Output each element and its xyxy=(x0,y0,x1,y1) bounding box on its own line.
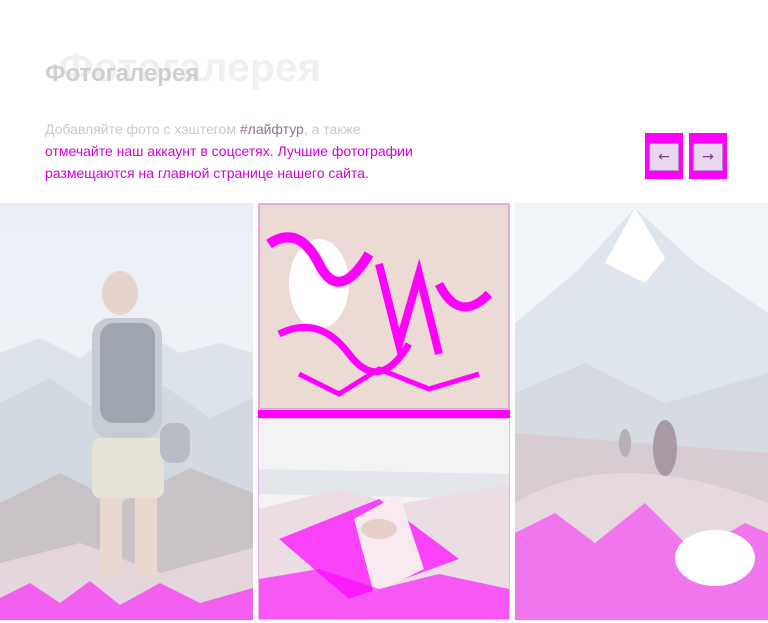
forest-photo-image xyxy=(259,204,509,409)
arrow-right-icon: → xyxy=(693,143,723,171)
description-suffix: , а также xyxy=(303,121,361,137)
hands-photo-image xyxy=(259,419,509,619)
photo-gallery xyxy=(0,203,768,623)
gallery-page: Фотогалерея Фотогалерея Добавляйте фото … xyxy=(0,0,768,623)
description-prefix: Добавляйте фото с хэштегом xyxy=(45,121,240,137)
gallery-photo-forest[interactable] xyxy=(258,203,510,410)
hashtag-text: #лайфтур xyxy=(239,121,304,137)
next-button[interactable]: → xyxy=(689,133,727,179)
gallery-photo-hiker[interactable] xyxy=(0,203,253,620)
volcano-photo-image xyxy=(515,203,768,620)
gallery-separator xyxy=(258,410,510,418)
description-line-2: отмечайте наш аккаунт в соцсетях. Лучшие… xyxy=(45,143,413,159)
page-title: Фотогалерея xyxy=(45,60,200,87)
gallery-nav: ← → xyxy=(645,133,727,181)
section-heading: Фотогалерея Фотогалерея xyxy=(45,46,445,102)
prev-button[interactable]: ← xyxy=(645,133,683,179)
arrow-left-icon: ← xyxy=(649,143,679,171)
gallery-photo-hands[interactable] xyxy=(258,418,510,620)
gallery-photo-volcano[interactable] xyxy=(515,203,768,620)
hiker-photo-image xyxy=(0,203,253,620)
description-line-3: размещаются на главной странице нашего с… xyxy=(45,165,369,181)
section-description: Добавляйте фото с хэштегом #лайфтур, а т… xyxy=(45,118,475,184)
